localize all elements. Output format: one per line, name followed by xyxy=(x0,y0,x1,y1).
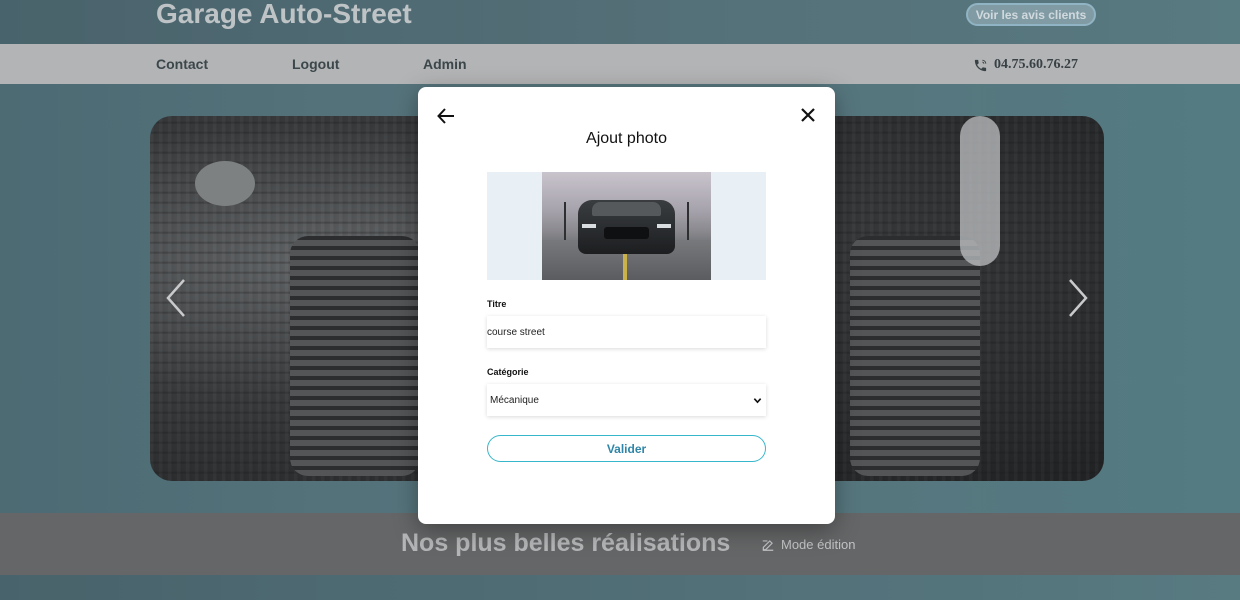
modal-title: Ajout photo xyxy=(586,130,667,147)
car-photo xyxy=(542,172,711,280)
chevron-down-icon xyxy=(753,397,762,403)
photo-preview xyxy=(487,172,766,280)
add-photo-modal: Ajout photo Titre Catégorie Mécanique Va… xyxy=(418,87,835,524)
category-selected-value: Mécanique xyxy=(490,394,539,406)
category-field-label: Catégorie xyxy=(487,367,529,377)
category-select[interactable]: Mécanique xyxy=(487,384,766,416)
submit-button[interactable]: Valider xyxy=(487,435,766,462)
close-icon[interactable] xyxy=(801,108,815,122)
title-field-label: Titre xyxy=(487,299,507,309)
arrow-left-icon[interactable] xyxy=(437,107,455,125)
title-input[interactable] xyxy=(487,316,766,348)
